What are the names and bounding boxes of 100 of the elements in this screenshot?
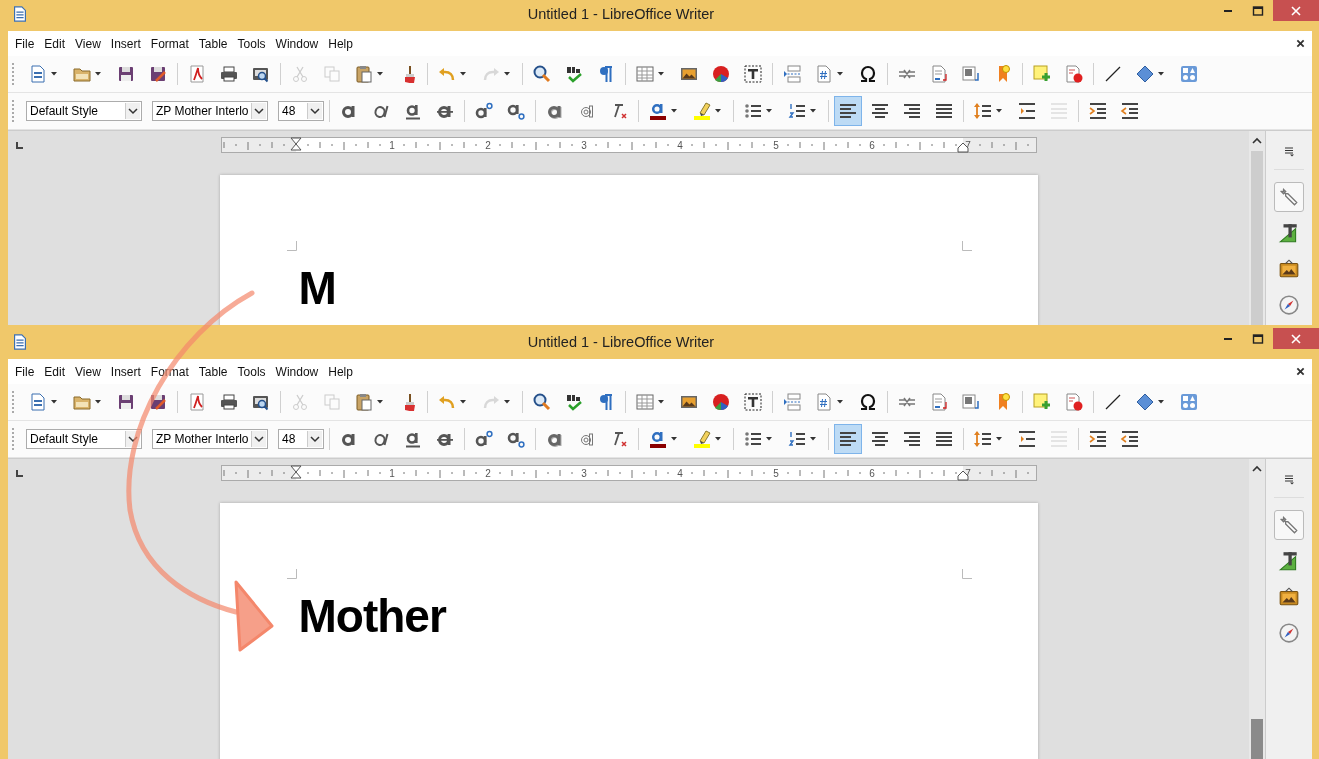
caret-icon	[460, 400, 466, 404]
writer-document-icon	[11, 333, 29, 351]
vertical-scrollbar[interactable]	[1249, 459, 1266, 759]
align-left-button[interactable]	[834, 96, 862, 126]
document-text: M	[297, 263, 336, 314]
caret-icon	[95, 72, 101, 76]
table-icon	[635, 392, 655, 412]
align-left-icon	[838, 101, 858, 121]
floppy-pencil-icon	[148, 64, 168, 84]
caret-icon	[377, 72, 383, 76]
scroll-up-icon[interactable]	[1252, 465, 1262, 473]
compass-icon	[1278, 294, 1300, 316]
menu-item[interactable]: Window	[270, 36, 324, 51]
paragraph-style-box[interactable]: Default Style	[26, 101, 142, 121]
left-indent-marker[interactable]	[290, 137, 301, 151]
menu-item[interactable]: Table	[193, 364, 233, 379]
close-document-icon[interactable]	[1296, 39, 1305, 48]
maximize-icon	[1252, 332, 1264, 345]
sticky-note-plus-icon	[1032, 392, 1052, 412]
maximize-icon	[1252, 4, 1264, 17]
left-indent-marker[interactable]	[290, 465, 301, 479]
page-hash-icon	[814, 64, 834, 84]
align-right-icon	[902, 101, 922, 121]
text-box-icon	[743, 392, 763, 412]
menu-item[interactable]: View	[70, 36, 106, 51]
endnote-icon	[961, 64, 981, 84]
caret-icon	[996, 109, 1002, 113]
menu-item[interactable]: Format	[145, 364, 194, 379]
scroll-thumb[interactable]	[1251, 151, 1263, 325]
menu-item[interactable]: Table	[193, 36, 233, 51]
highlighter-icon	[692, 429, 712, 449]
vertical-scrollbar[interactable]	[1249, 131, 1266, 325]
numbered-list-icon	[787, 429, 807, 449]
menu-item[interactable]: Edit	[39, 36, 71, 51]
menu-item[interactable]: Help	[323, 36, 358, 51]
caret-icon	[658, 400, 664, 404]
chevron-down-icon	[307, 431, 322, 447]
menu-item[interactable]: Help	[323, 364, 358, 379]
picture-frame-icon	[1278, 258, 1300, 280]
caret-icon	[1158, 72, 1164, 76]
caret-icon	[766, 109, 772, 113]
caret-icon	[810, 109, 816, 113]
sidebar-menu-icon[interactable]	[1283, 145, 1295, 157]
properties-button[interactable]	[1274, 182, 1304, 212]
menu-item[interactable]: Tools	[232, 364, 271, 379]
paragraph-style-box[interactable]: Default Style	[26, 429, 142, 449]
menu-item[interactable]: File	[10, 36, 40, 51]
margin-corner-mark	[286, 569, 297, 579]
align-right-icon	[902, 429, 922, 449]
tab-stop-icon[interactable]	[16, 469, 24, 477]
ruler-number: 1	[388, 140, 395, 151]
page-hash-icon	[814, 392, 834, 412]
increase-paragraph-spacing-icon	[1017, 429, 1037, 449]
tab-stop-icon[interactable]	[16, 141, 24, 149]
sidebar-menu-icon[interactable]	[1283, 473, 1295, 485]
window-title: Untitled 1 - LibreOffice Writer	[526, 5, 716, 22]
menu-item[interactable]: Insert	[105, 364, 146, 379]
copy-icon	[322, 392, 342, 412]
menu-item[interactable]: Format	[145, 36, 194, 51]
font-size-box[interactable]: 48	[278, 101, 324, 121]
ruler-number: 5	[772, 140, 779, 151]
line-spacing-icon	[973, 429, 993, 449]
ruler-number: 1	[388, 468, 395, 479]
caret-icon	[837, 72, 843, 76]
pie-chart-icon	[711, 392, 731, 412]
font-name-box[interactable]: ZP Mother Interlo	[152, 429, 268, 449]
increase-indent-icon	[1088, 101, 1108, 121]
ruler-number: 2	[484, 140, 491, 151]
styles-icon	[1278, 550, 1300, 572]
align-left-button[interactable]	[834, 424, 862, 454]
menu-item[interactable]: File	[10, 364, 40, 379]
superscript-icon	[474, 101, 494, 121]
menu-item[interactable]: View	[70, 364, 106, 379]
chevron-down-icon	[251, 431, 266, 447]
bullet-list-icon	[743, 429, 763, 449]
menu-item[interactable]: Insert	[105, 36, 146, 51]
justify-icon	[934, 429, 954, 449]
font-color-icon	[648, 101, 668, 121]
diamond-icon	[1135, 392, 1155, 412]
chevron-down-icon	[125, 103, 140, 119]
scroll-thumb[interactable]	[1251, 719, 1263, 759]
menu-item[interactable]: Window	[270, 364, 324, 379]
margin-corner-mark	[961, 241, 972, 251]
menu-item[interactable]: Tools	[232, 36, 271, 51]
caret-icon	[460, 72, 466, 76]
menu-item[interactable]: Edit	[39, 364, 71, 379]
caret-icon	[95, 400, 101, 404]
wrench-icon	[1278, 186, 1300, 208]
shapes-grid-icon	[1179, 392, 1199, 412]
scroll-up-icon[interactable]	[1252, 137, 1262, 145]
line-icon	[1103, 392, 1123, 412]
font-name-box[interactable]: ZP Mother Interlo	[152, 101, 268, 121]
font-color-icon	[648, 429, 668, 449]
wrench-icon	[1278, 514, 1300, 536]
font-size-box[interactable]: 48	[278, 429, 324, 449]
properties-button[interactable]	[1274, 510, 1304, 540]
close-document-icon[interactable]	[1296, 367, 1305, 376]
caret-icon	[715, 109, 721, 113]
caret-icon	[715, 437, 721, 441]
sticky-note-plus-icon	[1032, 64, 1052, 84]
